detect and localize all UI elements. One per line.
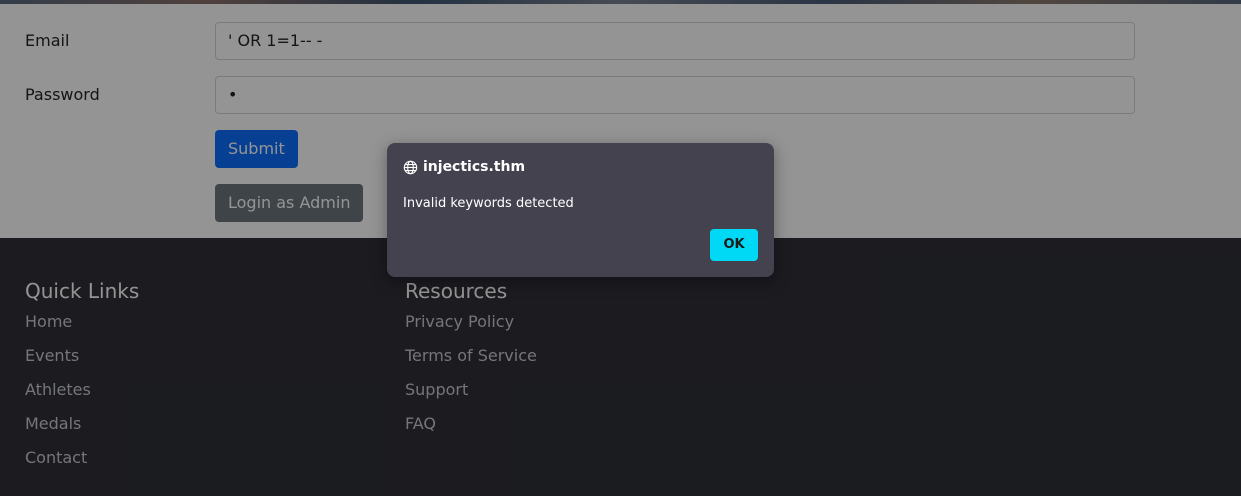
- dialog-header: injectics.thm: [403, 159, 525, 175]
- dialog-message: Invalid keywords detected: [403, 196, 574, 211]
- dialog-origin: injectics.thm: [423, 159, 526, 175]
- ok-button[interactable]: OK: [710, 229, 758, 261]
- globe-icon: [403, 160, 418, 175]
- alert-dialog: injectics.thm Invalid keywords detected …: [387, 143, 774, 277]
